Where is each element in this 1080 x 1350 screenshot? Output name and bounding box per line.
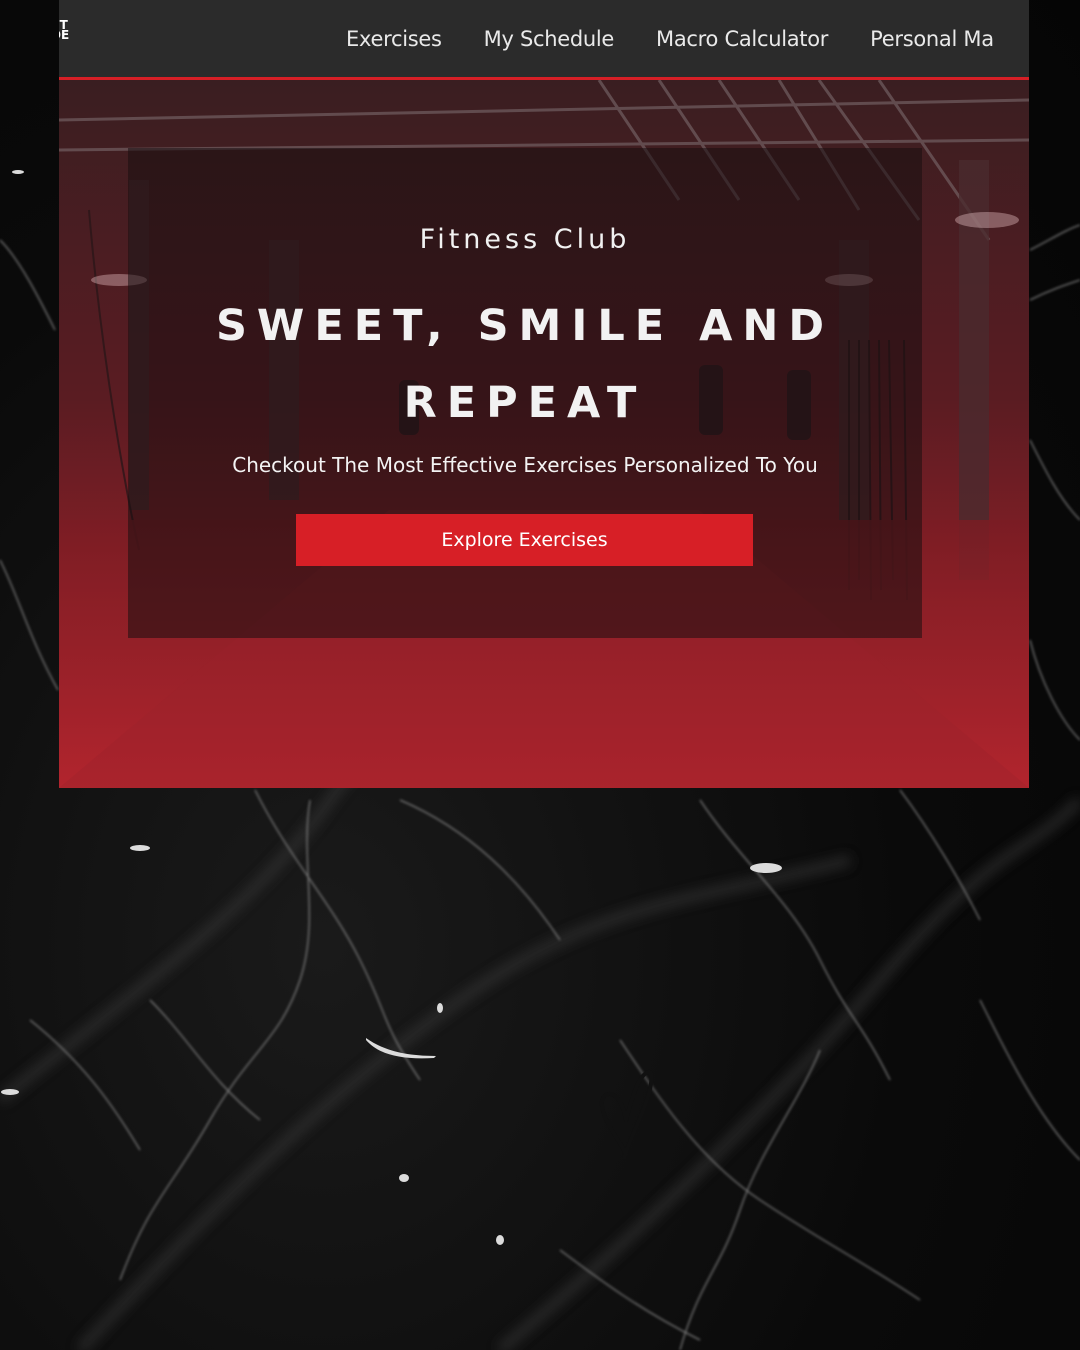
top-navbar: ST DE Exercises My Schedule Macro Calcul… [59,0,1029,80]
logo-text-line2: DE [59,28,70,42]
explore-exercises-button[interactable]: Explore Exercises [296,514,753,566]
hero-section: Fitness Club SWEET, SMILE AND REPEAT Che… [59,80,1029,788]
nav-link-personal[interactable]: Personal Ma [870,27,994,51]
nav-link-my-schedule[interactable]: My Schedule [484,27,615,51]
nav-links: Exercises My Schedule Macro Calculator P… [346,0,994,77]
nav-link-exercises[interactable]: Exercises [346,27,442,51]
hero-content: Fitness Club SWEET, SMILE AND REPEAT Che… [128,148,922,638]
hero-subline: Checkout The Most Effective Exercises Pe… [232,453,818,477]
heart-doodle-icon [599,1070,654,1160]
brand-logo[interactable]: ST DE [59,20,89,46]
hero-headline: SWEET, SMILE AND REPEAT [215,301,835,428]
hero-eyebrow: Fitness Club [419,224,631,255]
nav-link-macro-calculator[interactable]: Macro Calculator [656,27,828,51]
page: ST DE Exercises My Schedule Macro Calcul… [0,0,1080,1350]
